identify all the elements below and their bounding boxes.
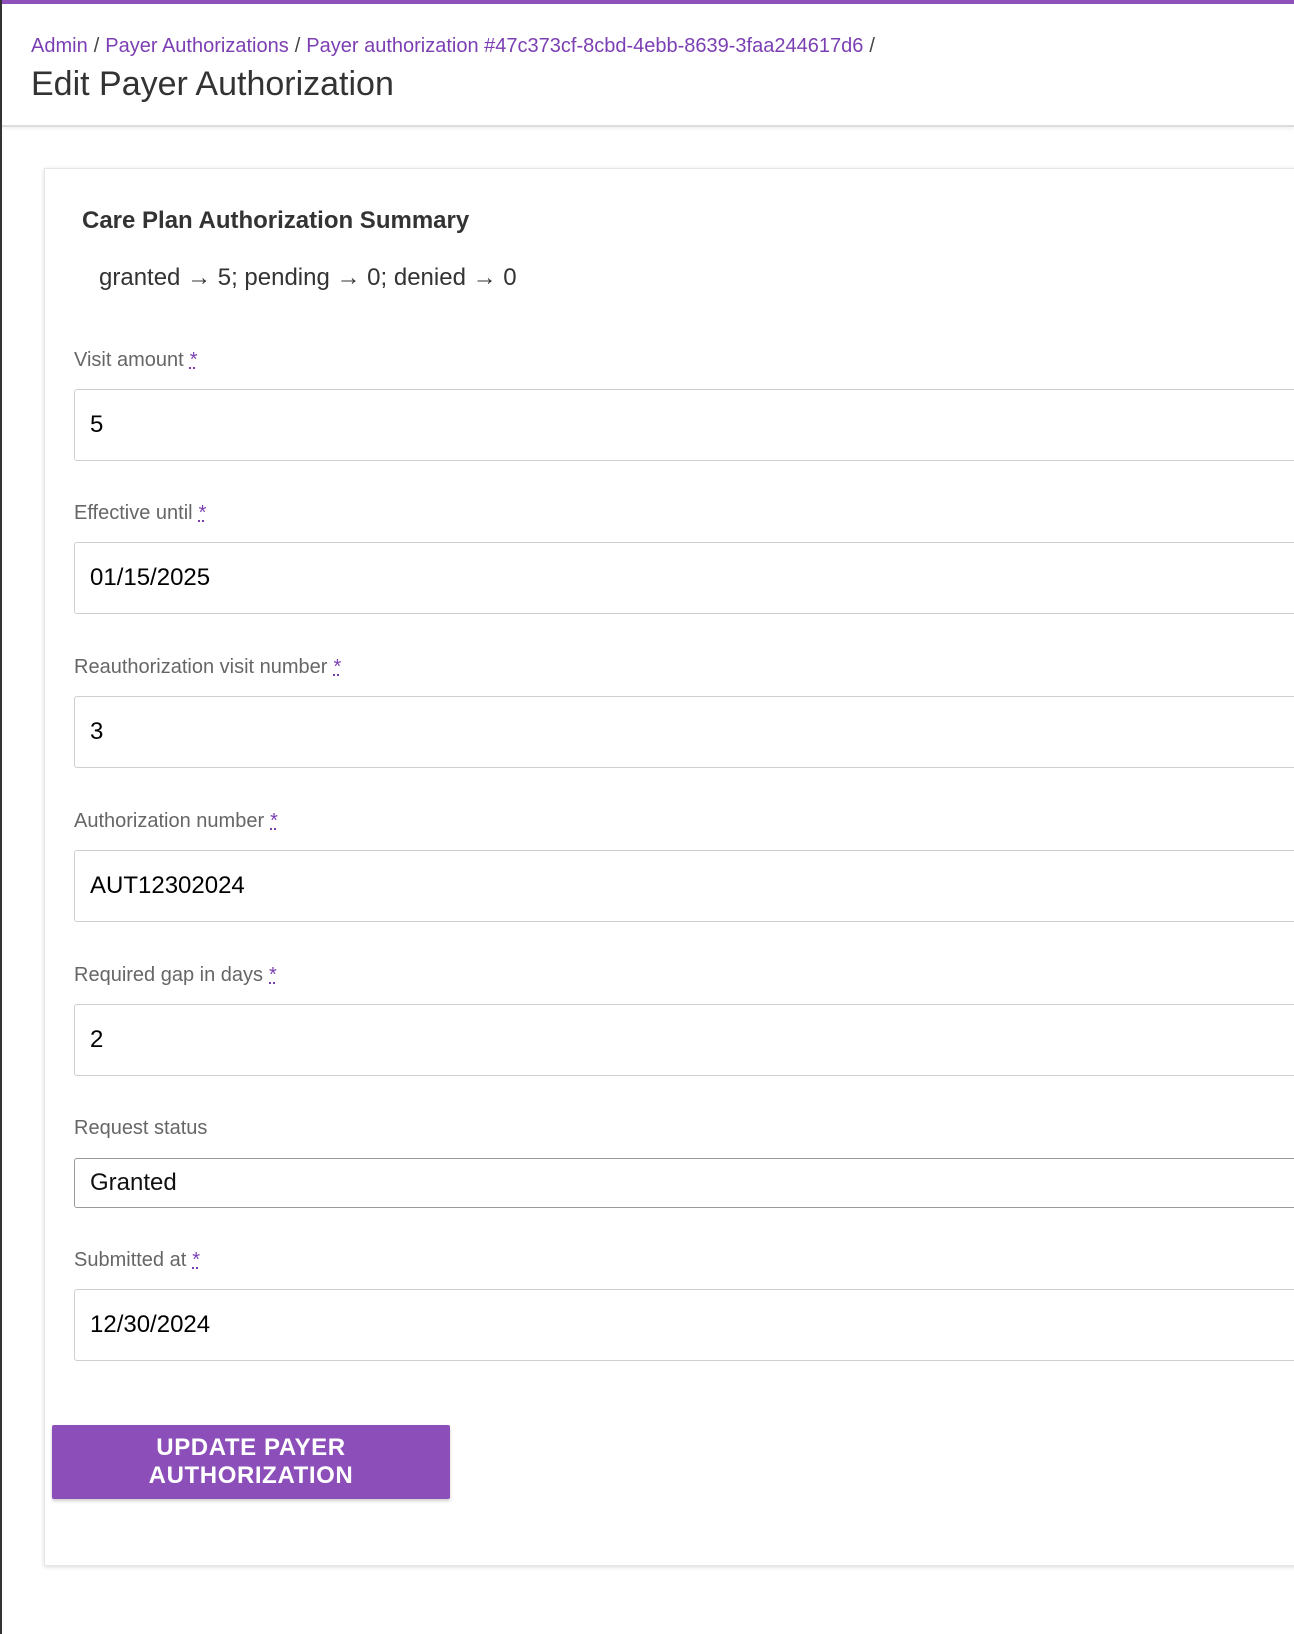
submitted-at-label: Submitted at * [74, 1249, 200, 1272]
app-frame: Admin / Payer Authorizations / Payer authori… [0, 0, 1294, 1634]
effective-until-label-text: Effective until [74, 502, 193, 524]
required-marker: * [198, 502, 207, 524]
authorization-number-label-text: Authorization number [74, 810, 265, 832]
effective-until-input[interactable] [74, 542, 1294, 614]
left-edge [0, 0, 2, 1634]
authorization-number-label: Authorization number * [74, 810, 278, 833]
request-status-selected-value: Granted [90, 1169, 177, 1196]
visit-amount-input[interactable] [74, 389, 1294, 461]
breadcrumb-separator: / [93, 35, 100, 57]
reauthorization-visit-number-input[interactable] [74, 696, 1294, 768]
reauthorization-visit-number-label: Reauthorization visit number * [74, 656, 341, 679]
required-gap-in-days-label-text: Required gap in days [74, 964, 264, 986]
page-title: Edit Payer Authorization [31, 65, 394, 103]
request-status-label: Request status [74, 1117, 208, 1139]
breadcrumb-admin-link[interactable]: Admin [31, 35, 88, 57]
reauthorization-visit-number-label-text: Reauthorization visit number [74, 656, 328, 678]
breadcrumb-separator: / [869, 35, 875, 57]
request-status-select[interactable]: Granted [74, 1158, 1294, 1208]
edit-form-card: Care Plan Authorization Summary granted … [44, 168, 1294, 1566]
summary-title: Care Plan Authorization Summary [82, 207, 470, 234]
required-marker: * [192, 1249, 201, 1271]
required-marker: * [189, 349, 198, 371]
required-marker: * [270, 810, 278, 832]
submitted-at-input[interactable] [74, 1289, 1294, 1361]
breadcrumb-payer-authorization-link[interactable]: Payer authorization #47c373cf-8cbd-4ebb-… [306, 35, 863, 57]
effective-until-label: Effective until * [74, 502, 206, 525]
update-payer-authorization-button[interactable]: Update Payer Authorization [52, 1425, 450, 1499]
visit-amount-label-text: Visit amount [74, 349, 184, 371]
page-header: Admin / Payer Authorizations / Payer authori… [2, 4, 1294, 127]
summary-text: granted → 5; pending → 0; denied → 0 [99, 264, 517, 291]
visit-amount-label: Visit amount * [74, 349, 197, 372]
authorization-number-input[interactable] [74, 850, 1294, 922]
required-gap-in-days-input[interactable] [74, 1004, 1294, 1076]
required-marker: * [333, 656, 342, 678]
submitted-at-label-text: Submitted at [74, 1249, 187, 1271]
required-marker: * [269, 964, 277, 986]
breadcrumb-payer-authorizations-link[interactable]: Payer Authorizations [105, 35, 288, 57]
required-gap-in-days-label: Required gap in days * [74, 964, 277, 987]
breadcrumb-separator: / [294, 35, 301, 57]
breadcrumb: Admin / Payer Authorizations / Payer authori… [31, 31, 881, 61]
